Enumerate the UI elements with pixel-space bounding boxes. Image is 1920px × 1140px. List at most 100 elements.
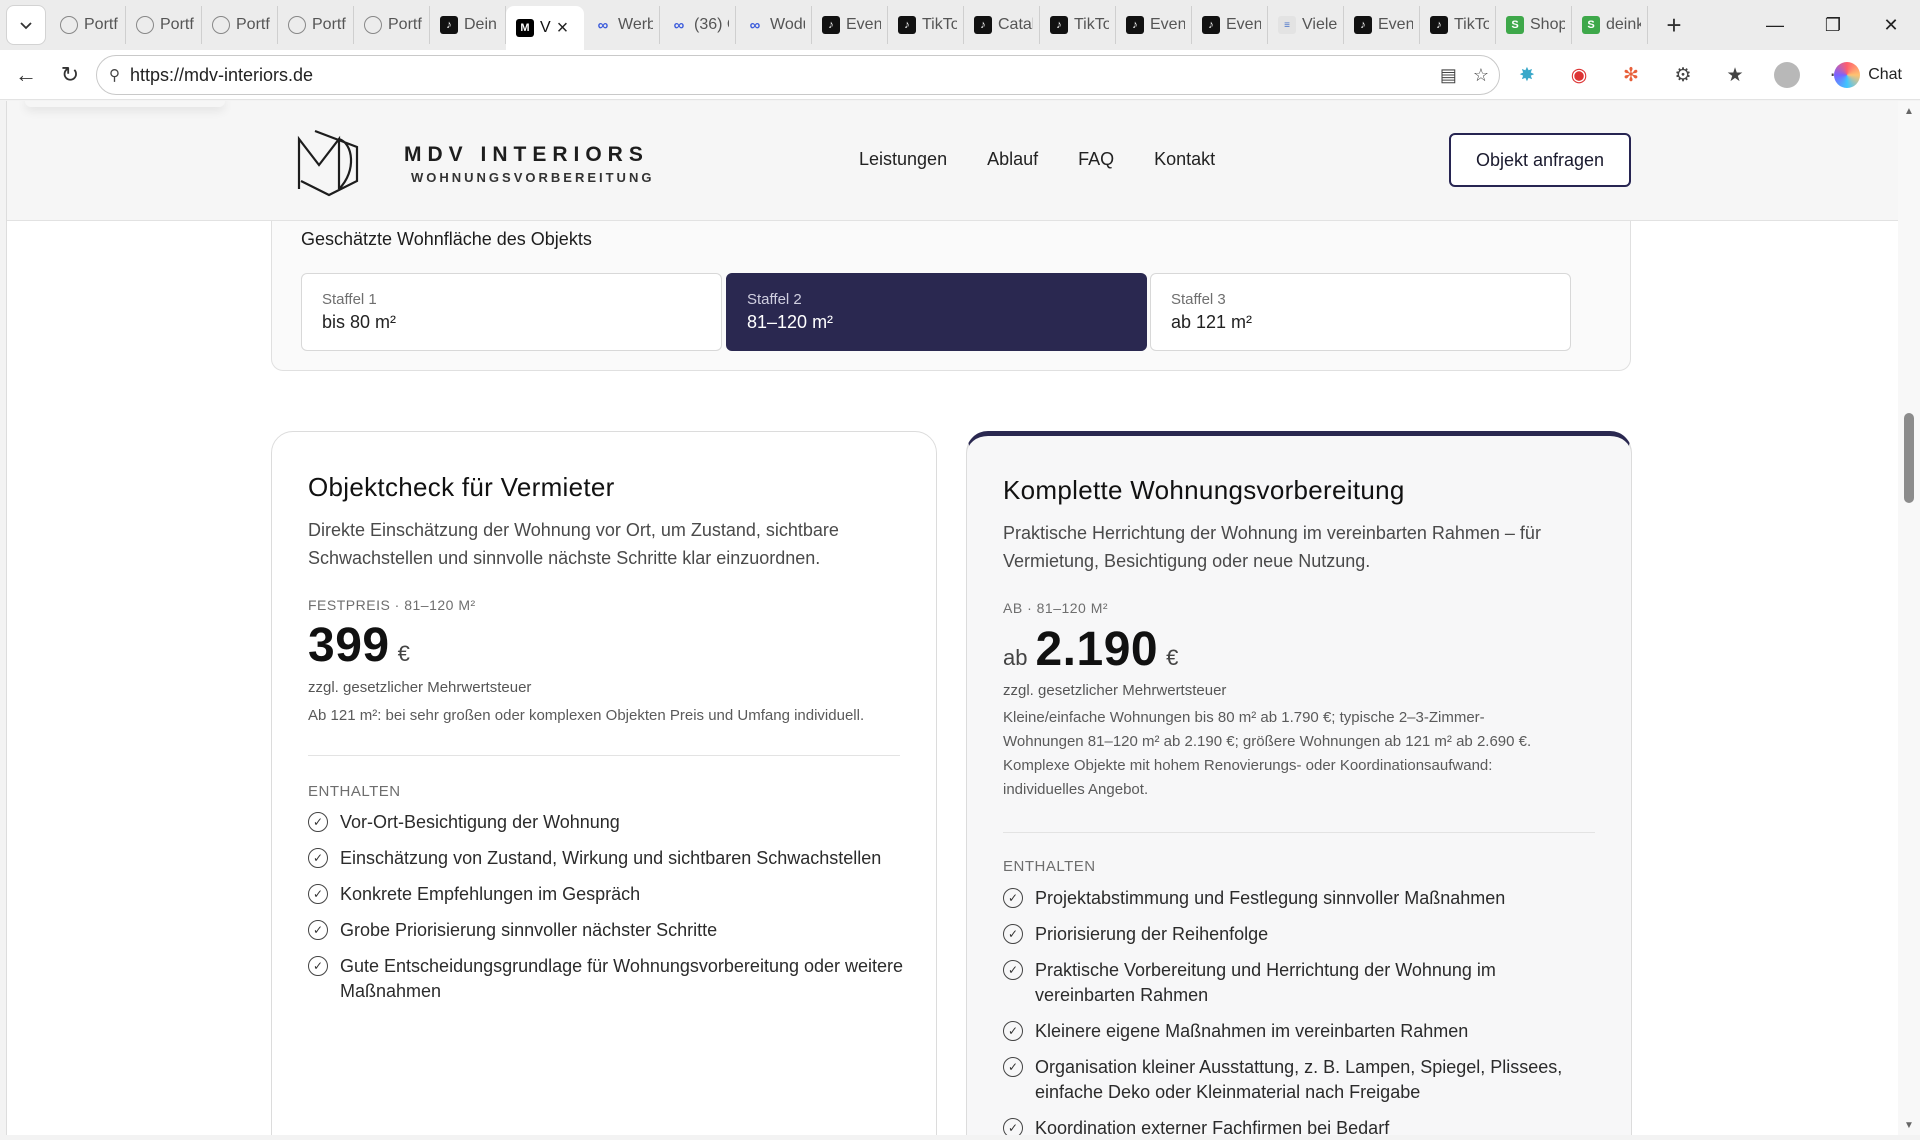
profile-avatar-icon[interactable] (1772, 60, 1802, 90)
included-item-text: Praktische Vorbereitung und Herrichtung … (1035, 960, 1496, 1005)
scroll-up-arrow-icon[interactable]: ▲ (1898, 103, 1920, 119)
tier-area-value: ab 121 m² (1171, 312, 1253, 332)
included-item: ✓ Priorisierung der Reihenfolge (1003, 922, 1593, 947)
size-tier-option-3[interactable]: Staffel 3 ab 121 m² (1150, 273, 1571, 351)
url-text[interactable]: https://mdv-interiors.de (130, 65, 313, 86)
close-tab-icon[interactable]: × (557, 17, 569, 40)
included-item-text: Vor-Ort-Besichtigung der Wohnung (340, 812, 620, 832)
browser-tab[interactable]: ∞ Wodu (736, 6, 812, 44)
browser-tab[interactable]: ♪ Dein (430, 6, 506, 44)
browser-tab[interactable]: Portf (354, 6, 430, 44)
globe-icon (364, 16, 382, 34)
tab-title: Werb (618, 16, 653, 33)
included-item: ✓ Praktische Vorbereitung und Herrichtung… (1003, 958, 1593, 1008)
size-tier-option-1[interactable]: Staffel 1 bis 80 m² (301, 273, 722, 351)
browser-tab[interactable]: ≡ Viele (1268, 6, 1344, 44)
restore-button[interactable]: ❐ (1804, 0, 1862, 50)
window-bottom-edge (0, 1135, 1920, 1140)
included-label: ENTHALTEN (308, 783, 401, 800)
check-circle-icon: ✓ (308, 884, 328, 904)
tier-name: Staffel 1 (322, 291, 377, 308)
browser-tab-bar: Portf Portf Portf Portf Portf ♪ Dein M V × ∞ Werb ∞ (… (0, 0, 1920, 50)
objekt-anfragen-button[interactable]: Objekt anfragen (1449, 133, 1631, 187)
tab-title: TikTo (1454, 16, 1489, 33)
minimize-button[interactable]: — (1746, 0, 1804, 50)
check-circle-icon: ✓ (308, 848, 328, 868)
nav-link-faq[interactable]: FAQ (1078, 149, 1114, 170)
browser-tab[interactable]: ∞ Werb (584, 6, 660, 44)
tab-title: Catal (998, 16, 1033, 33)
browser-tab[interactable]: ∞ (36) C (660, 6, 736, 44)
reload-button[interactable]: ↻ (48, 55, 92, 95)
new-tab-button[interactable]: + (1654, 5, 1694, 45)
browser-tab[interactable]: ♪ TikTo (1040, 6, 1116, 44)
scrollbar-thumb[interactable] (1904, 413, 1914, 503)
nav-link-ablauf[interactable]: Ablauf (987, 149, 1038, 170)
card-description: Praktische Herrichtung der Wohnung im ve… (1003, 523, 1541, 571)
tiktok-icon: ♪ (822, 16, 840, 34)
check-circle-icon: ✓ (1003, 1118, 1023, 1135)
size-selector-label: Geschätzte Wohnfläche des Objekts (301, 229, 592, 249)
included-item: ✓ Kleinere eigene Maßnahmen im vereinbart… (1003, 1019, 1593, 1044)
browser-tab[interactable]: M V × (506, 6, 584, 50)
site-info-icon[interactable]: ⚲ (109, 66, 120, 84)
browser-tab[interactable]: ♪ TikTo (888, 6, 964, 44)
browser-tab[interactable]: Portf (202, 6, 278, 44)
reader-view-icon[interactable]: ▤ (1440, 65, 1457, 86)
price-amount: 2.190 (1035, 623, 1159, 676)
page-scrollbar[interactable]: ▲ ▼ (1898, 101, 1920, 1135)
tab-title: Wodu (770, 16, 805, 33)
copilot-chat-button[interactable]: Chat (1826, 58, 1910, 92)
browser-tab[interactable]: ♪ Event (1192, 6, 1268, 44)
check-circle-icon: ✓ (308, 920, 328, 940)
chat-label: Chat (1868, 66, 1902, 83)
favorite-star-icon[interactable]: ☆ (1473, 65, 1489, 86)
check-circle-icon: ✓ (1003, 924, 1023, 944)
scroll-down-arrow-icon[interactable]: ▼ (1898, 1117, 1920, 1133)
ai-extension-icon[interactable]: ✸ (1512, 60, 1542, 90)
browser-tab[interactable]: ♪ Catal (964, 6, 1040, 44)
browser-tab[interactable]: ♪ Event (1344, 6, 1420, 44)
close-window-button[interactable]: ✕ (1862, 0, 1920, 50)
card-price-meta: AB · 81–120 M² (1003, 600, 1109, 616)
tier-name: Staffel 2 (747, 291, 802, 308)
browser-tab[interactable]: Portf (278, 6, 354, 44)
check-circle-icon: ✓ (1003, 1021, 1023, 1041)
included-item: ✓ Projektabstimmung und Festlegung sinnvo… (1003, 886, 1593, 911)
meta-icon: ∞ (749, 16, 761, 34)
browser-tab[interactable]: ♪ TikTo (1420, 6, 1496, 44)
extensions-puzzle-icon[interactable]: ⚙ (1668, 60, 1698, 90)
window-controls: — ❐ ✕ (1746, 0, 1920, 50)
check-circle-icon: ✓ (1003, 888, 1023, 908)
back-button[interactable]: ← (4, 55, 48, 95)
browser-tab[interactable]: S Shop (1496, 6, 1572, 44)
globe-icon (288, 16, 306, 34)
browser-tab[interactable]: Sdeink (1572, 6, 1648, 44)
card-tax-note: zzgl. gesetzlicher Mehrwertsteuer (308, 679, 532, 696)
price-prefix: ab (1003, 645, 1028, 670)
red-extension-icon[interactable]: ◉ (1564, 60, 1594, 90)
nav-link-leistungen[interactable]: Leistungen (859, 149, 947, 170)
tab-title: TikTo (922, 16, 957, 33)
site-header: MDV INTERIORS WOHNUNGSVORBEREITUNG Leist… (7, 101, 1898, 221)
browser-tab[interactable]: Portf (126, 6, 202, 44)
header-shadow (25, 101, 225, 107)
size-tier-option-2[interactable]: Staffel 2 81–120 m² (726, 273, 1147, 351)
browser-tab[interactable]: Portf (50, 6, 126, 44)
doc-icon: ≡ (1278, 16, 1296, 34)
included-item-text: Gute Entscheidungsgrundlage für Wohnungs… (340, 956, 904, 1001)
pricing-card-objektcheck: Objektcheck für Vermieter Direkte Einsch… (271, 431, 937, 1135)
nav-link-kontakt[interactable]: Kontakt (1154, 149, 1215, 170)
brand-name[interactable]: MDV INTERIORS (404, 143, 649, 167)
card-pricing-note: Ab 121 m²: bei sehr großen oder komplexe… (308, 707, 865, 724)
mdv-logo-icon[interactable] (295, 127, 361, 197)
browser-tab[interactable]: ♪ Event (1116, 6, 1192, 44)
main-navigation: Leistungen Ablauf FAQ Kontakt (859, 149, 1215, 170)
address-bar[interactable]: ⚲ https://mdv-interiors.de ▤ ☆ (96, 55, 1500, 95)
tab-list-dropdown-button[interactable] (6, 5, 46, 45)
check-circle-icon: ✓ (1003, 960, 1023, 980)
browser-tab[interactable]: ♪ Event (812, 6, 888, 44)
favorites-list-icon[interactable]: ★ (1720, 60, 1750, 90)
tab-title: Portf (388, 16, 422, 33)
spark-extension-icon[interactable]: ✻ (1616, 60, 1646, 90)
